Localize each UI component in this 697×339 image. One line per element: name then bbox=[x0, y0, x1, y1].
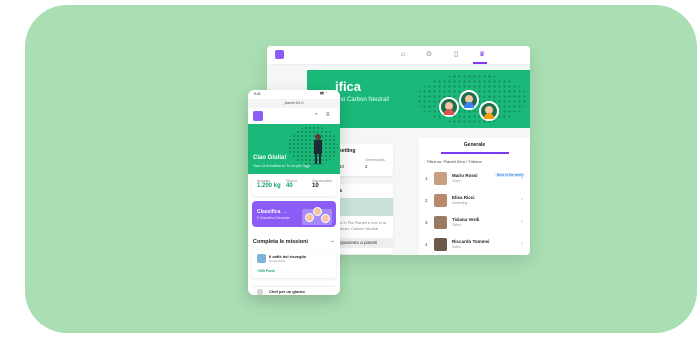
user-name: Elisa Ricci bbox=[452, 195, 475, 200]
stat-value: 40 bbox=[286, 183, 293, 189]
ranking-card[interactable]: Classifica → Il Classifica Generale bbox=[252, 201, 336, 227]
avatar bbox=[434, 216, 447, 229]
mission-points: +300 Punti bbox=[257, 269, 275, 273]
table-row[interactable]: 3 Tiziana Verdi Sales › bbox=[425, 216, 525, 230]
rank-number: 2 bbox=[425, 198, 428, 203]
active-tab-indicator bbox=[473, 62, 487, 64]
stats-card-title: ketting bbox=[339, 148, 356, 154]
podium-avatar bbox=[321, 214, 330, 223]
stat-impatto: Impatto 1.200 kg bbox=[257, 178, 281, 189]
info-card-text: te in Pla Pianeti e che si ta verso: Car… bbox=[339, 220, 387, 231]
stat-generosita: Generosità 10 bbox=[312, 178, 332, 189]
avatar bbox=[434, 238, 447, 251]
stat-value: 10 bbox=[312, 183, 319, 189]
user-name: Mario Rossi bbox=[452, 173, 478, 178]
podium-avatar bbox=[479, 101, 499, 121]
compass-icon[interactable]: ⊙ bbox=[424, 50, 434, 60]
rank-number: 4 bbox=[425, 242, 428, 247]
greeting-subtitle: Ciao Ut di mattina su Tu ha per Oggi bbox=[253, 164, 310, 168]
document-icon[interactable]: ▯ bbox=[451, 50, 461, 60]
chevron-right-icon: › bbox=[521, 219, 523, 225]
phone-header: ◔ ≡ bbox=[248, 108, 340, 125]
stats-card: ketting 10 Generosità 2 bbox=[335, 144, 393, 176]
tab-generale[interactable]: Generale bbox=[419, 142, 530, 148]
mission-icon bbox=[257, 254, 266, 263]
user-team: Sales bbox=[452, 223, 461, 227]
table-row[interactable]: 4 Riccardo Tommei Sales › bbox=[425, 238, 525, 252]
phone-mockup: 9:41 ▮▮ ◔ pianeti.it/1.0 ◔ ≡ Ciao Giulia… bbox=[248, 90, 340, 295]
trophy-icon[interactable]: ♛ bbox=[477, 50, 487, 60]
stat-value: 1.200 kg bbox=[257, 183, 281, 189]
rank-number: 3 bbox=[425, 220, 428, 225]
chevron-right-icon: › bbox=[521, 197, 523, 203]
stats-card: Impatto 1.200 kg Giorni 40 Generosità 10 bbox=[252, 176, 336, 196]
mission-name: Chef per un giorno bbox=[269, 289, 305, 294]
desktop-topbar: ⌂ ⊙ ▯ ♛ bbox=[267, 46, 530, 65]
greeting-title: Ciao Giulia! bbox=[253, 155, 287, 161]
leaderboard-filter[interactable]: Filtra su: Pianeti Zero / Tribüne bbox=[427, 159, 482, 164]
mission-category: Sostenibilità bbox=[269, 259, 286, 263]
info-card-button[interactable]: ppamento a pianeti bbox=[335, 238, 393, 248]
user-name: Tiziana Verdi bbox=[452, 217, 480, 222]
bell-icon[interactable]: ◔ bbox=[314, 112, 318, 118]
missions-title: Completa le missioni bbox=[253, 239, 309, 245]
user-name: Riccardo Tommei bbox=[452, 239, 490, 244]
app-logo[interactable] bbox=[253, 111, 263, 121]
avatar bbox=[434, 194, 447, 207]
podium-avatar bbox=[305, 213, 314, 222]
person-illustration bbox=[312, 134, 324, 166]
mission-icon bbox=[257, 289, 263, 295]
table-row[interactable]: 2 Elisa Ricci Marketing › bbox=[425, 194, 525, 208]
ranking-card-subtitle: Il Classifica Generale bbox=[257, 216, 291, 220]
url-bar[interactable]: pianeti.it/1.0 bbox=[248, 99, 340, 108]
chevron-right-icon: › bbox=[521, 175, 523, 181]
info-card: a te in Pla Pianeti e che si ta verso: C… bbox=[335, 184, 393, 254]
mission-card[interactable]: Il caffè del risveglio Sostenibilità +30… bbox=[252, 250, 336, 278]
podium-avatar bbox=[439, 97, 459, 117]
avatar bbox=[434, 172, 447, 185]
stats-value: 2 bbox=[365, 164, 368, 169]
chevron-right-icon: › bbox=[521, 241, 523, 247]
podium-avatar bbox=[459, 90, 479, 110]
tab-underline bbox=[441, 152, 509, 154]
rank-number: 1 bbox=[425, 176, 428, 181]
page-subtitle: rmo Carbon Neutral! bbox=[335, 97, 390, 103]
stat-giorni: Giorni 40 bbox=[286, 178, 297, 189]
phone-status-bar: 9:41 ▮▮ ◔ bbox=[248, 90, 340, 98]
home-icon[interactable]: ⌂ bbox=[398, 50, 408, 60]
info-card-image bbox=[335, 198, 393, 216]
user-team: Team bbox=[452, 179, 461, 183]
user-team: Marketing bbox=[452, 201, 468, 205]
clock: 9:41 bbox=[254, 92, 261, 96]
leaderboard-panel: Generale Filtra su: Pianeti Zero / Tribü… bbox=[419, 138, 530, 255]
menu-icon[interactable]: ≡ bbox=[326, 112, 330, 118]
app-logo[interactable] bbox=[275, 50, 284, 59]
table-row[interactable]: 1 Mario Rossi Team Best of the week › bbox=[425, 172, 525, 186]
user-team: Sales bbox=[452, 245, 461, 249]
mission-card[interactable]: Chef per un giorno bbox=[252, 286, 336, 295]
ranking-card-title: Classifica → bbox=[257, 209, 287, 215]
stats-label: Generosità bbox=[365, 157, 385, 162]
url-text: pianeti.it/1.0 bbox=[284, 101, 304, 105]
podium-avatar bbox=[313, 207, 322, 216]
arrow-right-icon[interactable]: → bbox=[329, 238, 335, 244]
left-column: ketting 10 Generosità 2 a te in Pla Pian… bbox=[335, 144, 395, 254]
signal-icon: ▮▮ ◔ bbox=[320, 91, 327, 95]
